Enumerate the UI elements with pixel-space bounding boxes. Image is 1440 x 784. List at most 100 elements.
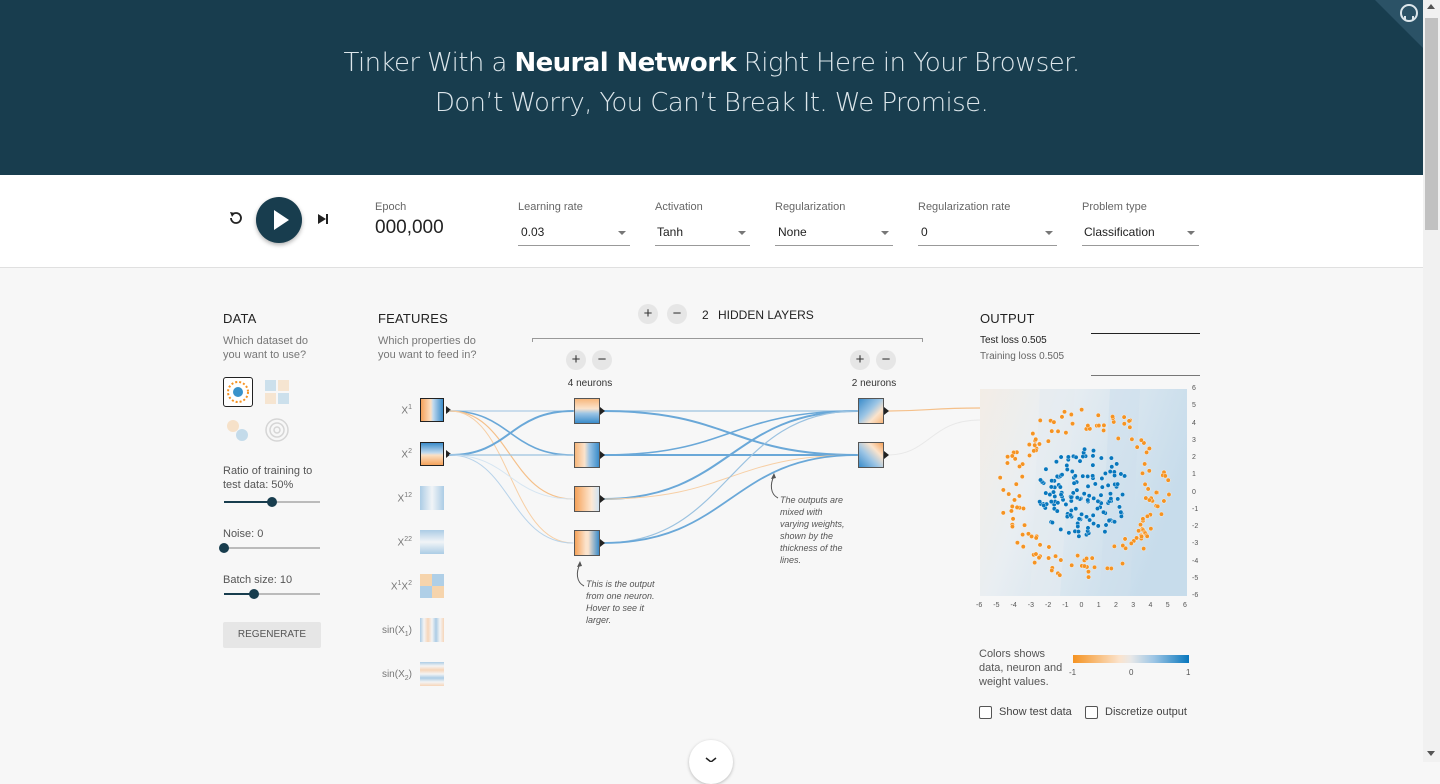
activation-select[interactable]: Tanh	[655, 225, 750, 246]
x-tick-label: -2	[1045, 602, 1052, 609]
ratio-slider-knob[interactable]	[267, 497, 277, 507]
data-point-orange	[1136, 528, 1141, 534]
data-point-blue	[1073, 454, 1079, 460]
data-point-orange	[1020, 532, 1026, 538]
x-tick-label: -1	[1062, 602, 1069, 609]
scroll-down-button[interactable]	[689, 740, 733, 784]
problem-type-label: Problem type	[1082, 201, 1147, 213]
data-point-blue	[1090, 453, 1096, 459]
data-point-blue	[1041, 503, 1047, 508]
page-scrollbar[interactable]	[1423, 0, 1440, 762]
noise-slider-knob[interactable]	[219, 543, 229, 553]
neuron-l1-2[interactable]	[574, 442, 600, 468]
remove-layer-button[interactable]: −	[667, 304, 687, 324]
neuron-l1-1[interactable]	[574, 398, 600, 424]
spiral-dataset-icon	[265, 418, 289, 442]
scroll-down-icon[interactable]	[1427, 751, 1435, 756]
data-point-orange	[1046, 544, 1052, 550]
dataset-circle-thumb[interactable]	[223, 377, 253, 407]
data-point-blue	[1102, 471, 1108, 476]
regenerate-button[interactable]: REGENERATE	[223, 622, 321, 648]
play-button[interactable]	[256, 197, 302, 243]
neuron-l2-1[interactable]	[858, 398, 884, 424]
scroll-up-icon[interactable]	[1427, 4, 1435, 9]
neuron-l1-4[interactable]	[574, 530, 600, 556]
reset-icon[interactable]	[227, 209, 245, 227]
hero-header: Tinker With a Neural Network Right Here …	[0, 0, 1423, 175]
data-point-orange	[1153, 490, 1159, 495]
batch-slider-knob[interactable]	[249, 589, 259, 599]
feature-sinx1-box[interactable]	[420, 618, 444, 642]
data-point-orange	[1000, 510, 1006, 516]
data-point-orange	[1108, 566, 1114, 571]
data-point-blue	[1066, 530, 1072, 536]
data-point-blue	[1064, 463, 1070, 468]
learning-rate-label: Learning rate	[518, 201, 583, 213]
feature-sinx2-box[interactable]	[420, 662, 444, 686]
data-point-orange	[1032, 442, 1038, 448]
data-point-blue	[1043, 466, 1049, 472]
neuron-l1-3[interactable]	[574, 486, 600, 512]
feature-x1x2-box[interactable]	[420, 574, 444, 598]
regularization-rate-select[interactable]: 0	[918, 225, 1057, 246]
regularization-select[interactable]: None	[775, 225, 893, 246]
problem-type-select[interactable]: Classification	[1082, 225, 1199, 246]
y-tick-label: 0	[1192, 488, 1196, 496]
add-neuron-layer1-button[interactable]: +	[566, 350, 586, 370]
data-point-blue	[1117, 504, 1122, 510]
data-point-orange	[1062, 409, 1067, 415]
output-heatmap[interactable]	[980, 389, 1187, 596]
noise-slider-track[interactable]	[224, 547, 320, 549]
y-tick-label: -4	[1192, 557, 1199, 565]
data-point-orange	[1032, 560, 1038, 566]
data-point-orange	[1026, 442, 1032, 447]
data-point-orange	[1016, 493, 1022, 499]
data-point-blue	[1052, 494, 1058, 499]
data-point-blue	[1098, 492, 1104, 498]
neuron-arrow	[884, 451, 889, 459]
add-layer-button[interactable]: +	[638, 304, 658, 324]
remove-neuron-layer1-button[interactable]: −	[592, 350, 612, 370]
add-neuron-layer2-button[interactable]: +	[850, 350, 870, 370]
data-point-blue	[1099, 476, 1105, 481]
regularization-rate-label: Regularization rate	[918, 201, 1011, 213]
data-point-orange	[1134, 535, 1139, 541]
layer1-neurons-label: 4 neurons	[567, 378, 613, 389]
epoch-value: 000,000	[375, 217, 444, 238]
feature-label-x1sq: X12	[372, 492, 412, 504]
data-point-orange	[1140, 516, 1146, 522]
feature-label-sinx1: sin(X1)	[372, 625, 412, 638]
data-point-blue	[1115, 481, 1121, 487]
dataset-xor-thumb[interactable]	[263, 378, 291, 406]
dataset-gauss-thumb[interactable]	[223, 416, 251, 444]
data-point-blue	[1058, 527, 1064, 532]
data-point-orange	[1139, 534, 1144, 539]
dataset-spiral-thumb[interactable]	[263, 416, 291, 444]
ratio-label-line: test data: 50%	[223, 479, 294, 491]
scrollbar-thumb[interactable]	[1425, 18, 1438, 230]
data-point-orange	[1021, 506, 1026, 511]
data-point-blue	[1076, 533, 1082, 539]
network-connections	[449, 407, 981, 544]
remove-neuron-layer2-button[interactable]: −	[876, 350, 896, 370]
discretize-output-checkbox[interactable]	[1085, 706, 1098, 719]
data-point-orange	[1005, 454, 1010, 460]
controls-bar: Epoch 000,000 Learning rate 0.03 Activat…	[0, 175, 1423, 268]
y-tick-label: 3	[1192, 436, 1196, 444]
data-point-orange	[1166, 492, 1172, 497]
data-point-orange	[1033, 551, 1039, 557]
step-forward-icon[interactable]	[316, 212, 330, 226]
data-point-blue	[1084, 514, 1089, 520]
data-point-blue	[1112, 473, 1117, 478]
show-test-data-checkbox[interactable]	[979, 706, 992, 719]
show-test-data-label: Show test data	[999, 706, 1072, 718]
github-corner-icon[interactable]	[1375, 0, 1423, 48]
hero-text-post: Right Here in Your Browser.	[736, 48, 1080, 78]
color-scale-tick: -1	[1069, 668, 1077, 677]
data-point-orange	[1115, 436, 1121, 441]
neuron-l2-2[interactable]	[858, 442, 884, 468]
learning-rate-select[interactable]: 0.03	[518, 225, 630, 246]
x-tick-label: -6	[976, 602, 983, 609]
data-point-blue	[1055, 500, 1061, 506]
data-point-orange	[1057, 572, 1063, 578]
